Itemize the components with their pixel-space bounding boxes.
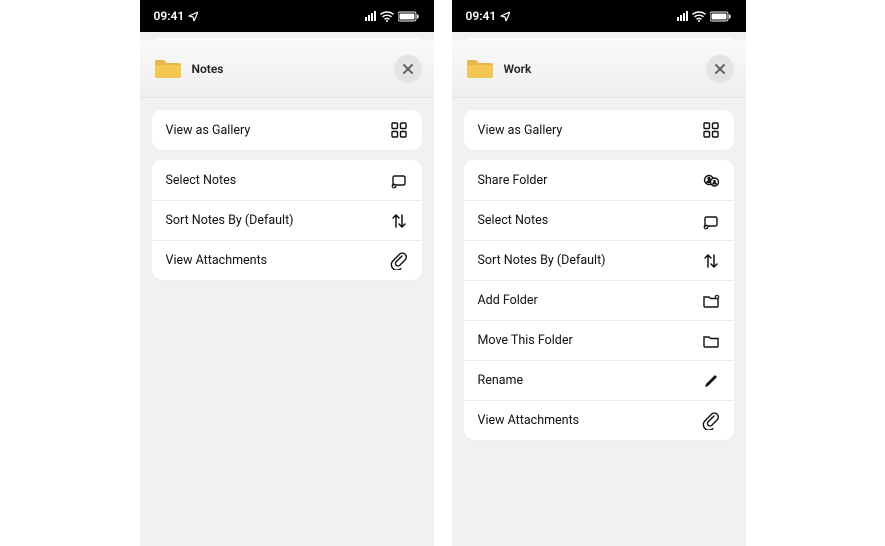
menu-group: View as Gallery (152, 110, 422, 150)
menu-item-view-attachments[interactable]: View Attachments (464, 400, 734, 440)
menu-content: View as Gallery Share Folder Select Note… (452, 98, 746, 470)
menu-item-add-folder[interactable]: Add Folder (464, 280, 734, 320)
menu-item-label: View as Gallery (478, 123, 563, 138)
status-bar: 09:41 (452, 0, 746, 32)
location-icon (188, 11, 198, 21)
menu-item-view-gallery[interactable]: View as Gallery (152, 110, 422, 150)
menu-item-label: Select Notes (166, 173, 237, 188)
menu-group: Select Notes Sort Notes By (Default) Vie… (152, 160, 422, 280)
menu-item-view-attachments[interactable]: View Attachments (152, 240, 422, 280)
menu-item-label: View Attachments (478, 413, 580, 428)
menu-group: Share Folder Select Notes Sort Notes By … (464, 160, 734, 440)
battery-icon (398, 10, 420, 23)
attachment-icon (390, 252, 408, 270)
sheet-header: Work (452, 40, 746, 98)
select-icon (390, 171, 408, 189)
menu-item-view-gallery[interactable]: View as Gallery (464, 110, 734, 150)
share-icon (702, 171, 720, 189)
wifi-icon (380, 10, 394, 23)
menu-item-label: Share Folder (478, 173, 548, 188)
sort-icon (702, 252, 720, 270)
grid-icon (702, 121, 720, 139)
menu-group: View as Gallery (464, 110, 734, 150)
menu-item-share-folder[interactable]: Share Folder (464, 160, 734, 200)
folder-icon (154, 58, 182, 80)
menu-item-rename[interactable]: Rename (464, 360, 734, 400)
pencil-icon (702, 372, 720, 390)
battery-icon (710, 10, 732, 23)
menu-item-select-notes[interactable]: Select Notes (464, 200, 734, 240)
close-button[interactable] (706, 55, 734, 83)
menu-item-move-folder[interactable]: Move This Folder (464, 320, 734, 360)
close-icon (714, 63, 726, 75)
menu-item-select-notes[interactable]: Select Notes (152, 160, 422, 200)
phone-screen-work: 09:41 Work View as Gallery Share Folder (452, 0, 746, 546)
close-button[interactable] (394, 55, 422, 83)
folder-icon (702, 332, 720, 350)
folder-title: Notes (192, 62, 224, 76)
menu-item-label: View as Gallery (166, 123, 251, 138)
menu-item-label: Add Folder (478, 293, 538, 308)
status-time: 09:41 (154, 9, 185, 23)
sort-icon (390, 212, 408, 230)
status-bar: 09:41 (140, 0, 434, 32)
select-icon (702, 212, 720, 230)
close-icon (402, 63, 414, 75)
location-icon (500, 11, 510, 21)
menu-item-label: Sort Notes By (Default) (478, 253, 606, 268)
signal-icon (677, 11, 688, 21)
phone-screen-notes: 09:41 Notes View as Gallery Select Notes (140, 0, 434, 546)
menu-content: View as Gallery Select Notes Sort Notes … (140, 98, 434, 310)
sheet-header: Notes (140, 40, 434, 98)
folder-title: Work (504, 62, 532, 76)
menu-item-label: View Attachments (166, 253, 268, 268)
menu-item-sort-notes[interactable]: Sort Notes By (Default) (464, 240, 734, 280)
status-time: 09:41 (466, 9, 497, 23)
menu-item-label: Select Notes (478, 213, 549, 228)
menu-item-sort-notes[interactable]: Sort Notes By (Default) (152, 200, 422, 240)
menu-item-label: Sort Notes By (Default) (166, 213, 294, 228)
attachment-icon (702, 412, 720, 430)
folder-icon (466, 58, 494, 80)
add-folder-icon (702, 292, 720, 310)
wifi-icon (692, 10, 706, 23)
signal-icon (365, 11, 376, 21)
menu-item-label: Move This Folder (478, 333, 573, 348)
grid-icon (390, 121, 408, 139)
menu-item-label: Rename (478, 373, 524, 388)
